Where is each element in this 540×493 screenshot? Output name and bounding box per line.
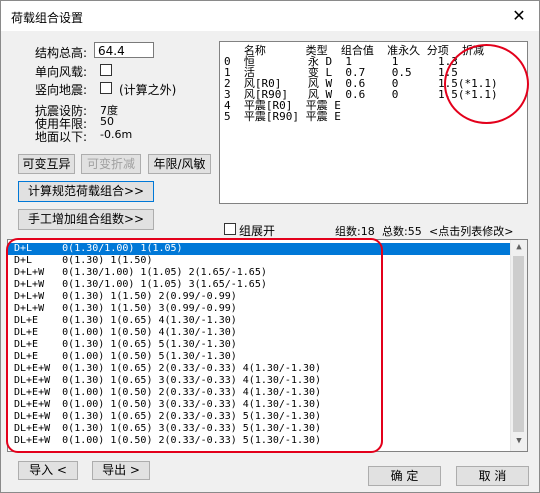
combination-row[interactable]: D+L+W 0(1.30/1.00) 1(1.05) 2(1.65/-1.65) xyxy=(8,267,513,279)
combination-list[interactable]: D+L 0(1.30/1.00) 1(1.05) D+L 0(1.30) 1(1.… xyxy=(7,239,528,452)
combination-row[interactable]: D+L 0(1.30/1.00) 1(1.05) xyxy=(8,243,513,255)
combination-row[interactable]: DL+E+W 0(1.00) 1(0.50) 2(0.33/-0.33) 4(1… xyxy=(8,387,513,399)
edit-hint: <点击列表修改> xyxy=(429,225,514,238)
close-icon[interactable]: ✕ xyxy=(507,5,531,27)
combination-row[interactable]: DL+E+W 0(1.30) 1(0.65) 2(0.33/-0.33) 4(1… xyxy=(8,363,513,375)
code-combo-button[interactable]: 计算规范荷载组合>> xyxy=(18,181,154,202)
manual-add-button[interactable]: 手工增加组合组数>> xyxy=(18,209,154,230)
scroll-up-icon[interactable]: ▲ xyxy=(514,242,524,252)
underground-label: 地面以下: xyxy=(35,130,88,144)
group-expand-label: 组展开 xyxy=(239,224,276,238)
cancel-button[interactable]: 取 消 xyxy=(456,466,529,486)
single-wind-label: 单向风载: xyxy=(35,65,88,79)
variable-mutual-button[interactable]: 可变互异 xyxy=(18,154,75,174)
scroll-down-icon[interactable]: ▼ xyxy=(514,436,524,446)
combination-row[interactable]: D+L+W 0(1.30/1.00) 1(1.05) 3(1.65/-1.65) xyxy=(8,279,513,291)
height-input[interactable]: 64.4 xyxy=(94,42,154,58)
combination-row[interactable]: DL+E+W 0(1.00) 1(0.50) 3(0.33/-0.33) 4(1… xyxy=(8,399,513,411)
combination-row[interactable]: DL+E 0(1.30) 1(0.65) 4(1.30/-1.30) xyxy=(8,315,513,327)
load-case-table[interactable]: 名称 类型 组合值 准永久 分项 折减 0 恒 永 D 1 1 1.3 1 活 … xyxy=(219,41,528,204)
combination-row[interactable]: DL+E 0(1.00) 1(0.50) 4(1.30/-1.30) xyxy=(8,327,513,339)
vertical-quake-label: 竖向地震: xyxy=(35,83,88,97)
import-button[interactable]: 导入 < xyxy=(18,461,78,480)
load-table-row: 5 平震[R90] 平震 E xyxy=(224,110,341,123)
height-label: 结构总高: xyxy=(35,46,88,60)
list-scrollbar[interactable]: ▲ ▼ xyxy=(510,240,527,451)
vertical-quake-checkbox[interactable] xyxy=(100,82,112,94)
variable-reduce-button[interactable]: 可变折减 xyxy=(81,154,141,174)
group-expand-checkbox[interactable] xyxy=(224,223,236,235)
service-life-value: 50 xyxy=(100,115,114,128)
combination-row[interactable]: DL+E+W 0(1.30) 1(0.65) 2(0.33/-0.33) 5(1… xyxy=(8,411,513,423)
underground-value: -0.6m xyxy=(100,128,133,141)
combination-row[interactable]: DL+E+W 0(1.00) 1(0.50) 2(0.33/-0.33) 5(1… xyxy=(8,435,513,447)
year-wind-button[interactable]: 年限/风敏 xyxy=(148,154,211,174)
group-count: 组数:18 xyxy=(335,225,375,238)
combination-row[interactable]: DL+E 0(1.00) 1(0.50) 5(1.30/-1.30) xyxy=(8,351,513,363)
title-bar: 荷载组合设置 ✕ xyxy=(1,1,539,31)
total-count: 总数:55 xyxy=(382,225,422,238)
window-title: 荷载组合设置 xyxy=(11,11,84,25)
combination-row[interactable]: D+L 0(1.30) 1(1.50) xyxy=(8,255,513,267)
combination-row[interactable]: DL+E 0(1.30) 1(0.65) 5(1.30/-1.30) xyxy=(8,339,513,351)
combination-row[interactable]: D+L+W 0(1.30) 1(1.50) 2(0.99/-0.99) xyxy=(8,291,513,303)
dialog-window: 荷载组合设置 ✕ 结构总高: 64.4 单向风载: 竖向地震: (计算之外) 抗… xyxy=(0,0,540,493)
combination-row[interactable]: D+L+W 0(1.30) 1(1.50) 3(0.99/-0.99) xyxy=(8,303,513,315)
combination-row[interactable]: DL+E+W 0(1.30) 1(0.65) 3(0.33/-0.33) 5(1… xyxy=(8,423,513,435)
combination-row[interactable]: DL+E+W 0(1.30) 1(0.65) 3(0.33/-0.33) 4(1… xyxy=(8,375,513,387)
scroll-thumb[interactable] xyxy=(513,256,524,432)
export-button[interactable]: 导出 > xyxy=(92,461,150,480)
single-wind-checkbox[interactable] xyxy=(100,64,112,76)
ok-button[interactable]: 确 定 xyxy=(368,466,441,486)
vertical-quake-note: (计算之外) xyxy=(119,83,177,97)
